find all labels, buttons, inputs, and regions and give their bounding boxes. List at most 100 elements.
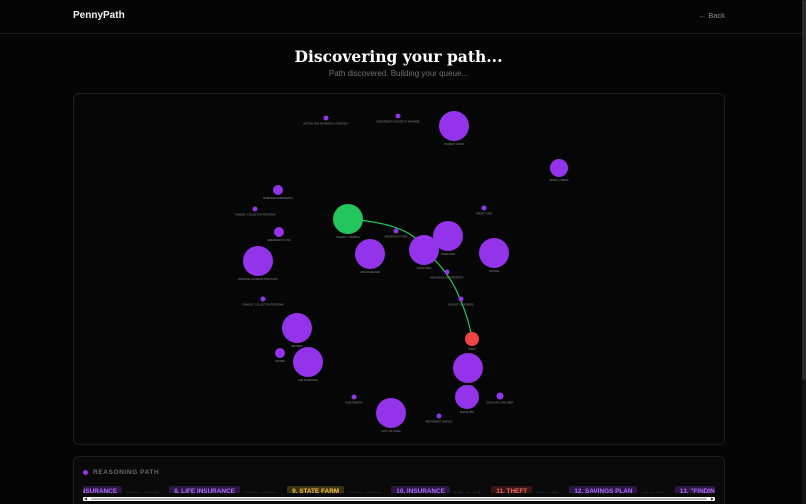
graph-node-label: EMERGENCY FUND	[385, 236, 408, 239]
path-edge: grows_into→	[536, 482, 565, 493]
graph-node[interactable]: SAVINGS	[479, 238, 509, 273]
arrow-right-icon: →	[381, 491, 387, 493]
reasoning-path-header: REASONING PATH	[83, 467, 159, 477]
graph-node-label: FINANCE / COLLECTION PROGRAM	[235, 214, 276, 217]
graph-node-label: LIFE INSURANCE	[360, 271, 380, 274]
path-step-chip[interactable]: 8. LIFE INSURANCE	[169, 485, 240, 493]
graph-node-circle[interactable]	[355, 239, 385, 269]
graph-node-label: INCOME	[275, 360, 285, 363]
graph-node-label: INSURANCE AND PROPERTY	[430, 277, 464, 280]
graph-node[interactable]: EMERGENCY FUND	[268, 227, 291, 242]
graph-node[interactable]: RENTERS	[282, 313, 312, 348]
graph-node-circle[interactable]	[243, 246, 273, 276]
graph-node-label: INVESTMENTS	[345, 402, 362, 405]
graph-node-circle[interactable]	[458, 296, 464, 302]
graph-node[interactable]: FINANCE / COLLECTION PROGRAM	[243, 296, 284, 307]
graph-node-circle[interactable]	[274, 227, 284, 237]
graph-node[interactable]: RETIREMENT SAVINGS	[426, 413, 453, 424]
page-title: Discovering your path...	[294, 47, 503, 66]
graph-node-circle[interactable]	[433, 221, 463, 251]
graph-node[interactable]: BUDGETING	[455, 385, 479, 414]
graph-node[interactable]: FINANCE / COLLECTION PROGRAM	[235, 206, 276, 217]
graph-node[interactable]: INVESTMENT CHOICES TO MAXIMIZE	[376, 113, 420, 124]
path-step-chip[interactable]: 11. THEFT	[491, 485, 533, 493]
reasoning-chain[interactable]: INSURANCE insures_against→ 8. LIFE INSURAN…	[83, 482, 715, 493]
graph-node[interactable]: CAR INSURANCE	[293, 347, 323, 382]
path-step-chip[interactable]: INSURANCE	[83, 485, 122, 493]
graph-node-circle[interactable]	[479, 238, 509, 268]
path-step-chip[interactable]: 10. INSURANCE	[391, 485, 450, 493]
graph-node-circle[interactable]	[550, 159, 568, 177]
graph-node-label: ELDERLY / SAVINGS	[336, 236, 360, 239]
graph-node[interactable]: COST OF LIVING	[376, 398, 406, 433]
graph-node[interactable]: EMERGENCY FUND	[385, 228, 408, 239]
graph-node-label: BUDGETING	[460, 411, 474, 414]
graph-node[interactable]: STUDENT LOANS	[439, 111, 469, 146]
graph-node-circle[interactable]	[252, 206, 258, 212]
page-subtitle: Path discovered. Building your queue...	[328, 69, 469, 78]
arrow-right-icon: →	[559, 491, 565, 493]
graph-node[interactable]: THEFT	[465, 332, 479, 351]
path-edge: grows_into→	[641, 482, 670, 493]
graph-node[interactable]: DISCOUNT CARD DEBT	[487, 392, 514, 405]
graph-node-circle[interactable]	[436, 413, 442, 419]
scroll-right-icon[interactable]: ▶	[711, 496, 714, 501]
graph-node-circle[interactable]	[293, 347, 323, 377]
chain-scrollbar-thumb[interactable]	[91, 498, 707, 500]
graph-node[interactable]: LIFE INSURANCE	[355, 239, 385, 274]
back-link[interactable]: ← Back	[699, 11, 725, 20]
path-step-chip[interactable]: 13. "FINDING A PLACE...	[674, 485, 715, 493]
graph-node-circle[interactable]	[323, 115, 329, 121]
page-scrollbar-thumb[interactable]	[802, 0, 806, 380]
graph-node[interactable]: INVESTMENTS	[345, 394, 363, 405]
graph-node-label: FINANCIAL PLANNING PORTFOLIO	[238, 278, 278, 281]
path-edge: butts_toward→	[454, 482, 487, 493]
graph-node[interactable]: MONEY / SPEND	[550, 159, 569, 182]
knowledge-graph-panel[interactable]: SETTING AND REVIEWING A STRATEGY INVESTME…	[73, 93, 725, 445]
graph-node[interactable]: FINANCIAL PLANNING PORTFOLIO	[238, 246, 278, 281]
graph-node-circle[interactable]	[453, 353, 483, 383]
path-step-chip[interactable]: 12. SAVINGS PLAN	[569, 485, 638, 493]
path-step-chip[interactable]: 9. STATE FARM	[287, 485, 345, 493]
graph-node-circle[interactable]	[395, 113, 401, 119]
scroll-left-icon[interactable]: ◀	[84, 496, 87, 501]
graph-node-circle[interactable]	[455, 385, 479, 409]
graph-node[interactable]: INCOME	[275, 348, 285, 363]
graph-node-circle[interactable]	[481, 205, 487, 211]
graph-node-label: COST OF LIVING	[381, 430, 400, 433]
graph-node[interactable]: ELDERLY / SAVINGS	[333, 204, 363, 239]
path-edge: insures_against→	[126, 482, 165, 493]
top-bar: PennyPath ← Back	[0, 0, 806, 34]
reasoning-path-panel: REASONING PATH INSURANCE insures_against→…	[73, 456, 725, 504]
graph-node-circle[interactable]	[465, 332, 479, 346]
graph-node-circle[interactable]	[444, 269, 450, 275]
graph-node-circle[interactable]	[333, 204, 363, 234]
graph-node-label: STUDENT LOANS	[444, 143, 464, 146]
graph-node-circle[interactable]	[351, 394, 357, 400]
path-edge: insures_against→	[244, 482, 283, 493]
graph-node-circle[interactable]	[275, 348, 285, 358]
path-edge-label: grows_into	[536, 491, 558, 493]
graph-node[interactable]: MARRIAGE DEPENDENTS	[263, 185, 293, 200]
graph-node-circle[interactable]	[439, 111, 469, 141]
graph-node-circle[interactable]	[273, 185, 283, 195]
graph-node-label: MARRIAGE DEPENDENTS	[263, 197, 293, 200]
graph-node-label: RENTERS	[291, 345, 303, 348]
graph-node[interactable]: CREDIT CARD	[476, 205, 493, 216]
app-logo[interactable]: PennyPath	[73, 10, 125, 21]
graph-node-circle[interactable]	[393, 228, 399, 234]
graph-node-circle[interactable]	[282, 313, 312, 343]
path-edge-label: grows_into	[641, 491, 663, 493]
graph-node-label: RETIREMENT SAVINGS	[426, 421, 453, 424]
graph-node[interactable]: HOUSING	[453, 353, 483, 388]
graph-node-circle[interactable]	[376, 398, 406, 428]
chain-scrollbar[interactable]: ◀ ▶	[83, 496, 715, 501]
knowledge-graph[interactable]: SETTING AND REVIEWING A STRATEGY INVESTME…	[74, 94, 726, 446]
graph-node-circle[interactable]	[496, 392, 504, 400]
graph-node[interactable]: SETTING AND REVIEWING A STRATEGY	[303, 115, 349, 126]
arrow-right-icon: →	[159, 491, 165, 493]
graph-node-label: STATE FARM	[417, 267, 432, 270]
page-scrollbar[interactable]	[802, 0, 806, 504]
graph-node-label: EMERGENCY FUND	[268, 239, 291, 242]
graph-node-circle[interactable]	[260, 296, 266, 302]
